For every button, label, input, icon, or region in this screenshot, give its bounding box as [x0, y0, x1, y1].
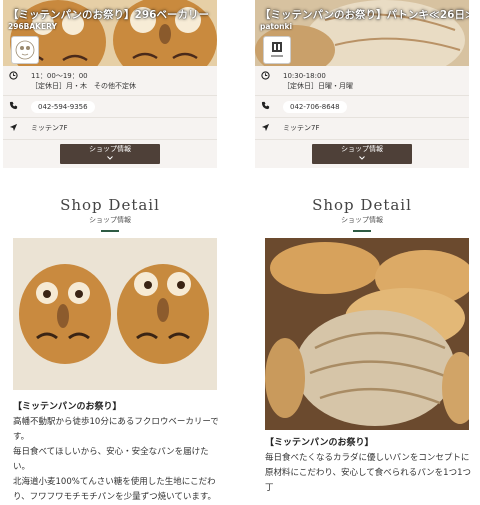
- shop-detail-subtitle: ショップ情報: [341, 216, 383, 224]
- shop-logo: [263, 36, 291, 64]
- description-line: 高幡不動駅から徒歩10分にあるフクロウベーカリーです。: [13, 417, 219, 442]
- patonki-logo-icon: [271, 42, 283, 57]
- shop-title: 【ミッテンパンのお祭り】296ベーカリー: [8, 9, 209, 21]
- description-title: 【ミッテンパンのお祭り】: [13, 402, 122, 412]
- phone-row: 042-706-8648: [255, 96, 469, 118]
- phone-icon: [261, 101, 271, 113]
- shop-detail-heading-left: Shop Detail ショップ情報: [3, 196, 217, 232]
- shop-info-button-label: ショップ情報: [341, 145, 383, 153]
- hours-text: 11：00～19：00: [31, 72, 88, 80]
- owl-logo-icon: [15, 40, 35, 60]
- shop-logo: [11, 36, 39, 64]
- shop-detail-subtitle: ショップ情報: [89, 216, 131, 224]
- shop-info-button[interactable]: ショップ情報: [312, 144, 412, 164]
- holiday-text: ［定休日］月・木 その他不定休: [31, 82, 136, 90]
- hours-row: 11：00～19：00 ［定休日］月・木 その他不定休: [3, 66, 217, 96]
- description-line: 毎日食べたくなるカラダに優しいパンをコンセプトに原材料にこだわり、安心して食べら…: [265, 453, 471, 493]
- button-area: ショップ情報: [3, 140, 217, 168]
- phone-number[interactable]: 042-706-8648: [283, 101, 347, 113]
- holiday-text: ［定休日］日曜・月曜: [283, 82, 353, 90]
- shop-subtitle: patonki: [260, 22, 293, 31]
- shop-card-296bakery: 【ミッテンパンのお祭り】296ベーカリー 296BAKERY 11：00～19：…: [3, 0, 217, 168]
- button-area: ショップ情報: [255, 140, 469, 168]
- shop-card-patonki: 【ミッテンパンのお祭り】パトンキ≪26日≫ patonki 10:30-18:0…: [255, 0, 469, 168]
- owl-bread-photo: [13, 238, 217, 390]
- shop-hero[interactable]: 【ミッテンパンのお祭り】296ベーカリー 296BAKERY: [3, 0, 217, 66]
- location-text: ミッテン7F: [31, 124, 68, 132]
- shop-info-button[interactable]: ショップ情報: [60, 144, 160, 164]
- phone-row: 042-594-9356: [3, 96, 217, 118]
- bread-photo: [265, 238, 469, 430]
- bread-image: [265, 238, 469, 430]
- heading-divider: [101, 230, 119, 232]
- phone-number[interactable]: 042-594-9356: [31, 101, 95, 113]
- shop-detail-title: Shop Detail: [312, 196, 412, 214]
- shop-description-right: 【ミッテンパンのお祭り】 毎日食べたくなるカラダに優しいパンをコンセプトに原材料…: [265, 436, 475, 496]
- hours-row: 10:30-18:00 ［定休日］日曜・月曜: [255, 66, 469, 96]
- shop-detail-title: Shop Detail: [60, 196, 160, 214]
- location-row: ミッテン7F: [255, 118, 469, 140]
- location-arrow-icon: [261, 123, 271, 135]
- chevron-down-icon: [107, 154, 113, 163]
- shop-subtitle: 296BAKERY: [8, 22, 57, 31]
- shop-title: 【ミッテンパンのお祭り】パトンキ≪26日≫: [260, 9, 469, 21]
- description-line: 毎日食べてほしいから、安心・安全なパンを届けたい。: [13, 447, 209, 472]
- shop-info: 10:30-18:00 ［定休日］日曜・月曜 042-706-8648 ミッテン…: [255, 66, 469, 140]
- shop-detail-heading-right: Shop Detail ショップ情報: [255, 196, 469, 232]
- phone-icon: [9, 101, 19, 113]
- clock-icon: [9, 71, 19, 83]
- owl-bread-image: [13, 238, 217, 390]
- location-arrow-icon: [9, 123, 19, 135]
- location-text: ミッテン7F: [283, 124, 320, 132]
- hours-text: 10:30-18:00: [283, 72, 326, 80]
- shop-hero[interactable]: 【ミッテンパンのお祭り】パトンキ≪26日≫ patonki: [255, 0, 469, 66]
- clock-icon: [261, 71, 271, 83]
- heading-divider: [353, 230, 371, 232]
- shop-info: 11：00～19：00 ［定休日］月・木 その他不定休 042-594-9356…: [3, 66, 217, 140]
- description-title: 【ミッテンパンのお祭り】: [265, 438, 374, 448]
- shop-info-button-label: ショップ情報: [89, 145, 131, 153]
- chevron-down-icon: [359, 154, 365, 163]
- location-row: ミッテン7F: [3, 118, 217, 140]
- shop-description-left: 【ミッテンパンのお祭り】 高幡不動駅から徒歩10分にあるフクロウベーカリーです。…: [13, 400, 223, 505]
